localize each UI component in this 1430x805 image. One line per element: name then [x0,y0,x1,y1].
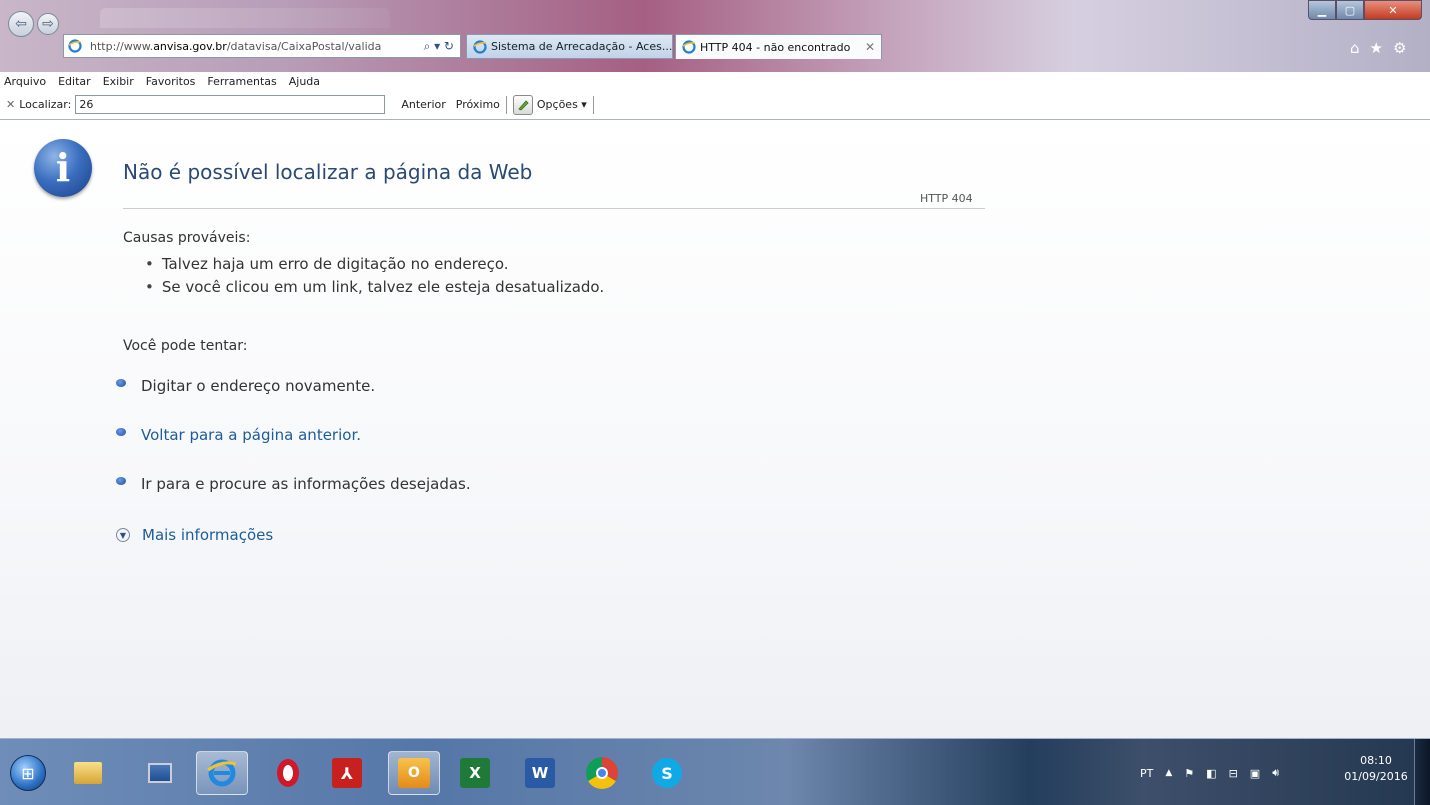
address-controls[interactable]: ⌕ ▾ ↻ [424,39,454,54]
file-explorer-icon[interactable] [68,753,108,793]
ie-page-icon [68,39,82,53]
taskbar-clock[interactable]: 08:10 01/09/2016 [1342,753,1410,785]
tools-gear-icon[interactable]: ⚙ [1393,39,1406,57]
find-input[interactable]: 26 [75,95,386,114]
suggestion-text: Digitar o endereço novamente. [141,377,376,395]
background-window-tab [100,8,390,28]
more-info-link[interactable]: ▼ Mais informações [116,526,273,544]
menu-item-editar[interactable]: Editar [58,75,91,88]
find-label: Localizar: [19,98,72,111]
blue-bullet-icon [116,428,126,436]
clock-time: 08:10 [1360,754,1392,767]
go-back-link[interactable]: Voltar para a página anterior. [116,426,361,444]
address-url[interactable]: http://www.anvisa.gov.br/datavisa/CaixaP… [90,40,400,53]
network-icon[interactable]: ⊟ [1229,767,1238,780]
adobe-reader-icon[interactable]: ⅄ [327,753,367,793]
word-icon[interactable]: W [520,753,560,793]
http-status-code: HTTP 404 [920,192,973,205]
find-previous-button[interactable]: Anterior [401,98,445,111]
menu-item-exibir[interactable]: Exibir [103,75,134,88]
causes-list: Talvez haja um erro de digitação no ende… [145,255,604,301]
outlook-icon[interactable]: O [388,751,440,795]
suggestion-text: Ir para e procure as informações desejad… [141,475,471,493]
menu-item-favoritos[interactable]: Favoritos [146,75,196,88]
ie-tab-icon [473,39,487,54]
cause-item: Se você clicou em um link, talvez ele es… [145,278,604,301]
tab-label: Sistema de Arrecadação - Aces... [491,40,673,53]
ie-tab-icon [682,40,696,54]
separator [592,95,594,114]
antivirus-icon[interactable]: ▣ [1250,767,1260,780]
find-bar: ✕ Localizar: 26 Anterior Próximo Opções … [0,90,1430,120]
title-divider [123,208,985,209]
blue-bullet-icon [116,477,126,485]
volume-icon[interactable]: 🔊︎ [1272,766,1279,780]
chrome-icon[interactable] [582,753,622,793]
start-icon[interactable]: ⊞ [10,755,46,791]
desktop-icon[interactable] [140,753,180,793]
close-window-button[interactable]: ✕ [1364,0,1422,20]
go-back-link-text[interactable]: Voltar para a página anterior. [141,426,361,444]
opera-icon[interactable] [268,753,308,793]
expand-chevron-icon[interactable]: ▼ [116,528,130,542]
highlight-pen-icon[interactable] [512,94,533,115]
suggestion-go-to-site: Ir para e procure as informações desejad… [116,475,471,493]
language-indicator[interactable]: PT [1140,767,1153,780]
menu-item-arquivo[interactable]: Arquivo [4,75,46,88]
cause-item: Talvez haja um erro de digitação no ende… [145,255,604,278]
clock-date: 01/09/2016 [1344,770,1408,783]
back-arrow-icon: ⇦ [15,16,27,32]
separator [505,95,507,114]
find-options-button[interactable]: Opções ▾ [537,98,587,111]
show-desktop-button[interactable] [1414,739,1430,805]
security-icon[interactable]: ◧ [1206,767,1216,780]
tab-http-404[interactable]: HTTP 404 - não encontrado ✕ [675,34,882,59]
excel-icon[interactable]: X [455,753,495,793]
find-close-icon[interactable]: ✕ [6,98,15,111]
browser-toolbar-icons: ⌂ ★ ⚙ [1350,39,1406,57]
home-icon[interactable]: ⌂ [1350,39,1360,57]
more-info-text[interactable]: Mais informações [142,526,273,544]
tab-label: HTTP 404 - não encontrado [700,40,851,54]
browser-titlebar: ▁ ▢ ✕ ⇦ ⇨ http://www.anvisa.gov.br/datav… [0,0,1430,72]
minimize-button[interactable]: ▁ [1308,0,1336,20]
error-page: i Não é possível localizar a página da W… [0,121,1430,738]
page-title: Não é possível localizar a página da Web [123,160,533,184]
menu-item-ferramentas[interactable]: Ferramentas [207,75,276,88]
info-icon: i [34,139,92,197]
skype-icon[interactable]: S [647,753,687,793]
forward-arrow-icon: ⇨ [42,16,54,32]
favorites-star-icon[interactable]: ★ [1370,39,1383,57]
tab-close-icon[interactable]: ✕ [865,40,875,54]
causes-heading: Causas prováveis: [123,230,251,246]
find-next-button[interactable]: Próximo [456,98,500,111]
tab-sistema-arrecadacao[interactable]: Sistema de Arrecadação - Aces... [466,34,673,59]
windows-taskbar: ⊞ ⅄ O X W S PT ▲ ⚑ ◧ ⊟ ▣ 🔊︎ 08:10 01/09/… [0,738,1430,805]
suggestions-heading: Você pode tentar: [123,338,248,354]
menu-bar: Arquivo Editar Exibir Favoritos Ferramen… [0,72,1430,90]
show-hidden-icons-icon[interactable]: ▲ [1165,768,1172,778]
forward-button[interactable]: ⇨ [37,13,59,35]
menu-item-ajuda[interactable]: Ajuda [289,75,320,88]
action-center-flag-icon[interactable]: ⚑ [1184,767,1194,780]
system-tray: PT ▲ ⚑ ◧ ⊟ ▣ 🔊︎ [1140,753,1279,793]
internet-explorer-icon[interactable] [196,751,248,795]
suggestion-retype-address: Digitar o endereço novamente. [116,377,375,395]
maximize-button[interactable]: ▢ [1336,0,1364,20]
back-button[interactable]: ⇦ [8,11,34,37]
blue-bullet-icon [116,379,126,387]
address-bar[interactable]: http://www.anvisa.gov.br/datavisa/CaixaP… [63,34,461,58]
